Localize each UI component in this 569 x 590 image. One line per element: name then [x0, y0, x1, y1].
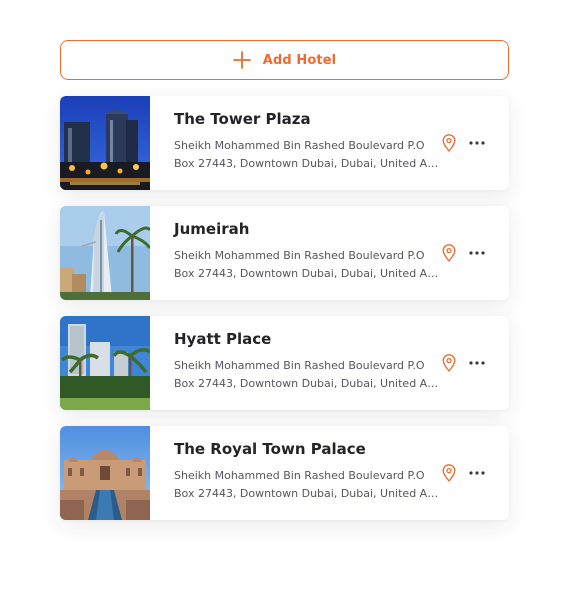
hotel-address-line1: Sheikh Mohammed Bin Rashed Boulevard P.O: [174, 139, 425, 152]
hotel-address-line1: Sheikh Mohammed Bin Rashed Boulevard P.O: [174, 359, 425, 372]
hotel-name: The Tower Plaza: [174, 110, 311, 128]
plus-icon: [232, 51, 251, 69]
hotel-name: Hyatt Place: [174, 330, 272, 348]
location-pin-icon[interactable]: [442, 134, 456, 152]
hotel-address: Sheikh Mohammed Bin Rashed Boulevard P.O…: [174, 137, 442, 173]
hotel-image: [60, 426, 150, 520]
hotel-card[interactable]: The Tower Plaza Sheikh Mohammed Bin Rash…: [60, 96, 509, 190]
hotel-address-line2: Box 27443, Downtown Dubai, Dubai, United…: [174, 157, 442, 170]
add-hotel-label: Add Hotel: [262, 52, 337, 68]
hotel-address-line2: Box 27443, Downtown Dubai, Dubai, United…: [174, 377, 442, 390]
location-pin-icon[interactable]: [442, 244, 456, 262]
more-options-icon[interactable]: [468, 134, 486, 152]
hotel-address: Sheikh Mohammed Bin Rashed Boulevard P.O…: [174, 467, 442, 503]
hotel-image: [60, 96, 150, 190]
hotel-card[interactable]: Hyatt Place Sheikh Mohammed Bin Rashed B…: [60, 316, 509, 410]
hotel-address-line2: Box 27443, Downtown Dubai, Dubai, United…: [174, 267, 442, 280]
hotel-address-line2: Box 27443, Downtown Dubai, Dubai, United…: [174, 487, 442, 500]
hotel-image: [60, 206, 150, 300]
hotel-address-line1: Sheikh Mohammed Bin Rashed Boulevard P.O: [174, 249, 425, 262]
hotel-list-panel: Add Hotel The Tower Plaza Sheikh Mohamme…: [0, 0, 569, 590]
location-pin-icon[interactable]: [442, 354, 456, 372]
hotel-address: Sheikh Mohammed Bin Rashed Boulevard P.O…: [174, 247, 442, 283]
location-pin-icon[interactable]: [442, 464, 456, 482]
hotel-image: [60, 316, 150, 410]
more-options-icon[interactable]: [468, 464, 486, 482]
hotel-card[interactable]: Jumeirah Sheikh Mohammed Bin Rashed Boul…: [60, 206, 509, 300]
hotel-address-line1: Sheikh Mohammed Bin Rashed Boulevard P.O: [174, 469, 425, 482]
hotel-card[interactable]: The Royal Town Palace Sheikh Mohammed Bi…: [60, 426, 509, 520]
more-options-icon[interactable]: [468, 244, 486, 262]
hotel-name: The Royal Town Palace: [174, 440, 366, 458]
add-hotel-button[interactable]: Add Hotel: [60, 40, 509, 80]
more-options-icon[interactable]: [468, 354, 486, 372]
hotel-address: Sheikh Mohammed Bin Rashed Boulevard P.O…: [174, 357, 442, 393]
hotel-name: Jumeirah: [174, 220, 250, 238]
